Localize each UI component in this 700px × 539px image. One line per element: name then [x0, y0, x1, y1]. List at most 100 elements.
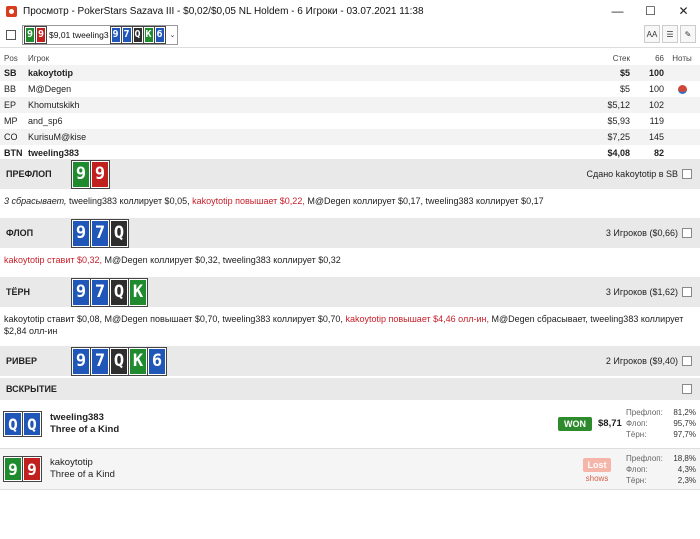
street-name: ПРЕФЛОП: [6, 169, 52, 179]
street-card: 7: [90, 277, 110, 307]
street-preflop: ПРЕФЛОП 9 9 Сдано kakoytotip в SB: [0, 159, 700, 189]
minimize-button[interactable]: —: [601, 0, 634, 22]
board-card: 7: [120, 25, 133, 44]
action-text: tweeling383 коллирует $0,05,: [69, 196, 193, 206]
table-row[interactable]: EP Khomutskikh $5,12 102: [0, 97, 700, 113]
action-text: kakoytotip повышает $0,22,: [192, 196, 308, 206]
player-name: Khomutskikh: [28, 100, 80, 110]
window-controls: — ☐ ✕: [601, 0, 700, 22]
player-bb: 119: [649, 116, 664, 126]
street-toggle-checkbox[interactable]: [682, 356, 692, 366]
equity-list: Префлоп: 81,2% Флоп: 95,7% Тёрн: 97,7%: [626, 407, 696, 440]
lost-badge: Lost: [583, 458, 611, 472]
player-bb: 82: [653, 148, 664, 158]
showdown-hand-rank: Three of a Kind: [50, 424, 120, 435]
list-icon[interactable]: ☰: [662, 25, 678, 43]
street-toggle-checkbox[interactable]: [682, 228, 692, 238]
street-toggle-checkbox[interactable]: [682, 384, 692, 394]
street-card: 9: [71, 277, 91, 307]
street-cards: 9 7 Q K: [71, 277, 148, 307]
player-stack: $4,08: [607, 148, 630, 158]
header-player: Игрок: [28, 53, 50, 63]
header-notes: Ноты: [672, 53, 692, 63]
board-card: K: [142, 25, 155, 44]
hero-card: 9: [35, 25, 47, 44]
street-info: 3 Игроков ($1,62): [605, 287, 678, 297]
showdown-card: Q: [3, 411, 23, 437]
won-badge: WON: [558, 417, 592, 431]
header-bb: 66: [655, 53, 664, 63]
street-info: 2 Игроков ($9,40): [605, 356, 678, 366]
header-pos: Pos: [4, 53, 18, 63]
hand-selector-dropdown[interactable]: 9 9 $9,01 tweeling3 9 7 Q K 6 ⌄: [22, 24, 179, 45]
close-button[interactable]: ✕: [667, 0, 700, 22]
showdown-card: 9: [22, 456, 42, 482]
window-title: Просмотр - PokerStars Sazava III - $0,02…: [23, 5, 424, 17]
player-pos: BB: [4, 84, 17, 94]
showdown-hand-rank: Three of a Kind: [50, 469, 115, 480]
street-toggle-checkbox[interactable]: [682, 169, 692, 179]
showdown-cards: 9 9: [0, 456, 50, 482]
player-bb: 102: [648, 100, 664, 110]
street-card: 7: [90, 346, 110, 376]
player-notes[interactable]: [664, 84, 700, 94]
player-stack: $7,25: [607, 132, 630, 142]
street-flop: ФЛОП 9 7 Q 3 Игроков ($0,66): [0, 218, 700, 248]
font-size-button[interactable]: AA: [644, 25, 660, 43]
street-card: Q: [109, 218, 129, 248]
player-bb: 100: [648, 68, 664, 78]
player-name: and_sp6: [28, 116, 63, 126]
select-checkbox[interactable]: [6, 29, 16, 40]
street-card: Q: [109, 346, 129, 376]
street-toggle-checkbox[interactable]: [682, 287, 692, 297]
street-card: 9: [71, 159, 91, 189]
board-card: Q: [131, 25, 144, 44]
showdown-card: 9: [3, 456, 23, 482]
equity-row: Флоп: 4,3%: [626, 465, 696, 474]
action-text: kakoytotip повышает $4,46 олл-ин,: [345, 314, 492, 324]
equity-row: Тёрн: 2,3%: [626, 476, 696, 485]
player-name: KurisuM@kise: [28, 132, 87, 142]
street-actions: kakoytotip ставит $0,08, M@Degen повышае…: [0, 313, 700, 337]
player-name: tweeling383: [28, 148, 80, 158]
showdown-player-name: tweeling383: [50, 412, 104, 423]
action-text: kakoytotip ставит $0,32,: [4, 255, 105, 265]
edit-icon[interactable]: ✎: [680, 25, 696, 43]
chevron-down-icon: ⌄: [169, 31, 176, 39]
street-cards: 9 7 Q K 6: [71, 346, 167, 376]
street-card: 9: [71, 346, 91, 376]
street-actions: kakoytotip ставит $0,32, M@Degen коллиру…: [0, 254, 700, 266]
showdown-player-name: kakoytotip: [50, 457, 93, 468]
pokerstars-app-icon: [6, 5, 17, 17]
showdown-card: Q: [22, 411, 42, 437]
lost-shows-label: shows: [585, 474, 609, 483]
player-stack: $5: [619, 68, 630, 78]
note-icon[interactable]: [677, 84, 687, 94]
street-name: ФЛОП: [6, 228, 34, 238]
player-stack: $5,12: [607, 100, 630, 110]
equity-row: Тёрн: 97,7%: [626, 430, 696, 439]
street-name: ВСКРЫТИЕ: [6, 384, 57, 394]
street-showdown: ВСКРЫТИЕ: [0, 378, 700, 400]
showdown-row-winner: Q Q tweeling383 Three of a Kind WON $8,7…: [0, 403, 700, 445]
action-text: M@Degen коллирует $0,32, tweeling383 кол…: [104, 255, 341, 265]
won-amount: $8,71: [598, 418, 622, 429]
showdown-cards: Q Q: [0, 411, 50, 437]
players-table: Pos Игрок Стек 66 Ноты SB kakoytotip $5 …: [0, 51, 700, 161]
player-pos: MP: [4, 116, 18, 126]
street-card: 7: [90, 218, 110, 248]
table-row[interactable]: CO KurisuM@kise $7,25 145: [0, 129, 700, 145]
table-row[interactable]: SB kakoytotip $5 100: [0, 65, 700, 81]
player-bb: 145: [648, 132, 664, 142]
table-row[interactable]: BB M@Degen $5 100: [0, 81, 700, 97]
street-name: РИВЕР: [6, 356, 37, 366]
player-pos: BTN: [4, 148, 23, 158]
equity-row: Префлоп: 18,8%: [626, 454, 696, 463]
table-row[interactable]: MP and_sp6 $5,93 119: [0, 113, 700, 129]
showdown-player: tweeling383 Three of a Kind: [50, 412, 119, 436]
title-bar: Просмотр - PokerStars Sazava III - $0,02…: [0, 0, 700, 22]
player-name: M@Degen: [28, 84, 72, 94]
player-stack: $5: [619, 84, 630, 94]
street-info: Сдано kakoytotip в SB: [586, 169, 678, 179]
maximize-button[interactable]: ☐: [634, 0, 667, 22]
